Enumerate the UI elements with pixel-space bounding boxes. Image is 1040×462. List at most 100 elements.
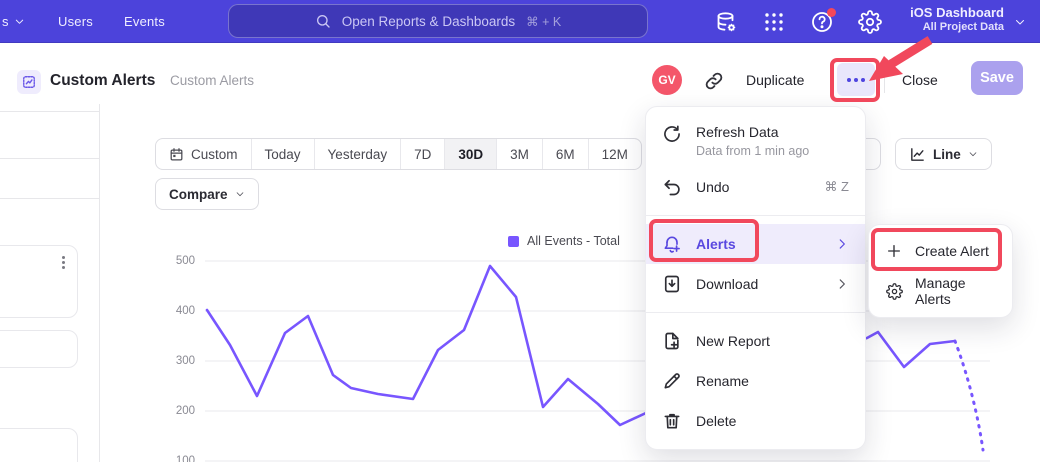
help-icon[interactable]: [810, 10, 834, 34]
sidebar-card[interactable]: [0, 428, 78, 462]
range-today-label: Today: [265, 147, 301, 162]
bell-plus-icon: [662, 234, 682, 254]
copy-link-icon[interactable]: [703, 70, 725, 92]
range-yesterday-label: Yesterday: [328, 147, 388, 162]
sidebar-card[interactable]: [0, 330, 78, 368]
breadcrumb[interactable]: Custom Alerts: [170, 73, 254, 88]
chevron-down-icon: [1014, 16, 1026, 28]
range-30d-selected[interactable]: 30D: [444, 139, 496, 169]
settings-gear-icon[interactable]: [858, 10, 882, 34]
range-custom[interactable]: Custom: [156, 139, 251, 169]
nav-item-events[interactable]: Events: [124, 14, 165, 29]
download-icon: [662, 274, 682, 294]
chart-line-projected: [955, 341, 983, 450]
nav-events-label: Events: [124, 14, 165, 29]
nav-item-boards-partial[interactable]: s: [2, 14, 25, 29]
pencil-icon: [662, 371, 682, 391]
trash-icon: [662, 411, 682, 431]
menu-divider: [646, 215, 865, 216]
avatar[interactable]: GV: [652, 65, 682, 95]
kebab-menu-icon[interactable]: [62, 256, 65, 269]
page-title: Custom Alerts: [50, 72, 155, 90]
menu-divider: [646, 312, 865, 313]
y-tick-400: 400: [150, 305, 195, 317]
chevron-right-icon: [835, 277, 849, 291]
project-name: iOS Dashboard: [910, 5, 1004, 20]
range-30d-label: 30D: [458, 147, 483, 162]
menu-item-delete[interactable]: Delete: [646, 401, 865, 441]
range-6m-label: 6M: [556, 147, 575, 162]
y-tick-500: 500: [150, 255, 195, 267]
project-switcher[interactable]: iOS Dashboard All Project Data: [910, 5, 1004, 33]
chevron-down-icon: [14, 16, 25, 27]
duplicate-button[interactable]: Duplicate: [746, 72, 804, 88]
menu-item-undo[interactable]: Undo ⌘ Z: [646, 167, 865, 207]
range-12m[interactable]: 12M: [588, 139, 641, 169]
refresh-label: Refresh Data: [696, 124, 849, 140]
save-button[interactable]: Save: [971, 61, 1023, 95]
undo-label: Undo: [696, 179, 824, 195]
range-3m[interactable]: 3M: [496, 139, 542, 169]
chevron-down-icon: [968, 149, 978, 159]
range-7d[interactable]: 7D: [400, 139, 444, 169]
chevron-down-icon: [235, 189, 245, 199]
legend-swatch: [508, 236, 519, 247]
search-input[interactable]: Open Reports & Dashboards ⌘ + K: [228, 4, 648, 38]
file-plus-icon: [662, 331, 682, 351]
nav-item-users[interactable]: Users: [58, 14, 93, 29]
more-options-button[interactable]: [837, 63, 875, 96]
range-today[interactable]: Today: [251, 139, 314, 169]
date-range-control: Custom Today Yesterday 7D 30D 3M 6M 12M: [155, 138, 642, 170]
chart-legend[interactable]: All Events - Total: [508, 234, 620, 248]
legend-label: All Events - Total: [527, 234, 620, 248]
menu-item-download[interactable]: Download: [646, 264, 865, 304]
undo-shortcut: ⌘ Z: [824, 179, 849, 195]
header-divider: [884, 66, 885, 93]
menu-item-new-report[interactable]: New Report: [646, 321, 865, 361]
close-button[interactable]: Close: [902, 72, 938, 88]
apps-grid-icon[interactable]: [762, 10, 786, 34]
y-tick-300: 300: [150, 355, 195, 367]
search-placeholder: Open Reports & Dashboards: [342, 14, 515, 29]
download-label: Download: [696, 276, 835, 292]
notification-dot: [827, 8, 836, 17]
create-alert-label: Create Alert: [915, 243, 989, 259]
nav-users-label: Users: [58, 14, 93, 29]
rename-label: Rename: [696, 373, 849, 389]
submenu-item-create-alert[interactable]: Create Alert: [869, 231, 1012, 271]
refresh-sublabel: Data from 1 min ago: [696, 144, 849, 158]
alerts-submenu: Create Alert Manage Alerts: [868, 224, 1013, 318]
range-custom-label: Custom: [191, 147, 238, 162]
alerts-label: Alerts: [696, 236, 835, 252]
compare-button[interactable]: Compare: [155, 178, 259, 210]
report-icon: [17, 70, 41, 94]
line-chart-icon: [909, 146, 926, 163]
sidebar-card[interactable]: [0, 245, 78, 318]
gear-icon: [885, 282, 903, 300]
chart-type-label: Line: [933, 147, 961, 162]
manage-alerts-label: Manage Alerts: [915, 275, 996, 307]
context-menu: Refresh Data Data from 1 min ago Undo ⌘ …: [645, 106, 866, 450]
range-7d-label: 7D: [414, 147, 431, 162]
menu-item-refresh-data[interactable]: Refresh Data Data from 1 min ago: [646, 115, 865, 167]
menu-item-alerts[interactable]: Alerts: [646, 224, 865, 264]
undo-icon: [662, 177, 682, 197]
range-12m-label: 12M: [602, 147, 628, 162]
y-tick-200: 200: [150, 405, 195, 417]
search-shortcut: ⌘ + K: [526, 14, 561, 29]
nav-boards-label: s: [2, 14, 9, 29]
range-yesterday[interactable]: Yesterday: [314, 139, 401, 169]
sidebar-divider: [0, 158, 100, 159]
menu-item-rename[interactable]: Rename: [646, 361, 865, 401]
chevron-right-icon: [835, 237, 849, 251]
data-management-icon[interactable]: [714, 10, 738, 34]
sidebar-divider: [0, 198, 100, 199]
range-6m[interactable]: 6M: [542, 139, 588, 169]
refresh-icon: [662, 124, 682, 144]
sidebar-divider: [0, 111, 100, 112]
range-3m-label: 3M: [510, 147, 529, 162]
submenu-item-manage-alerts[interactable]: Manage Alerts: [869, 271, 1012, 311]
chart-type-button[interactable]: Line: [895, 138, 992, 170]
plus-icon: [885, 242, 903, 260]
calendar-icon: [169, 147, 184, 162]
